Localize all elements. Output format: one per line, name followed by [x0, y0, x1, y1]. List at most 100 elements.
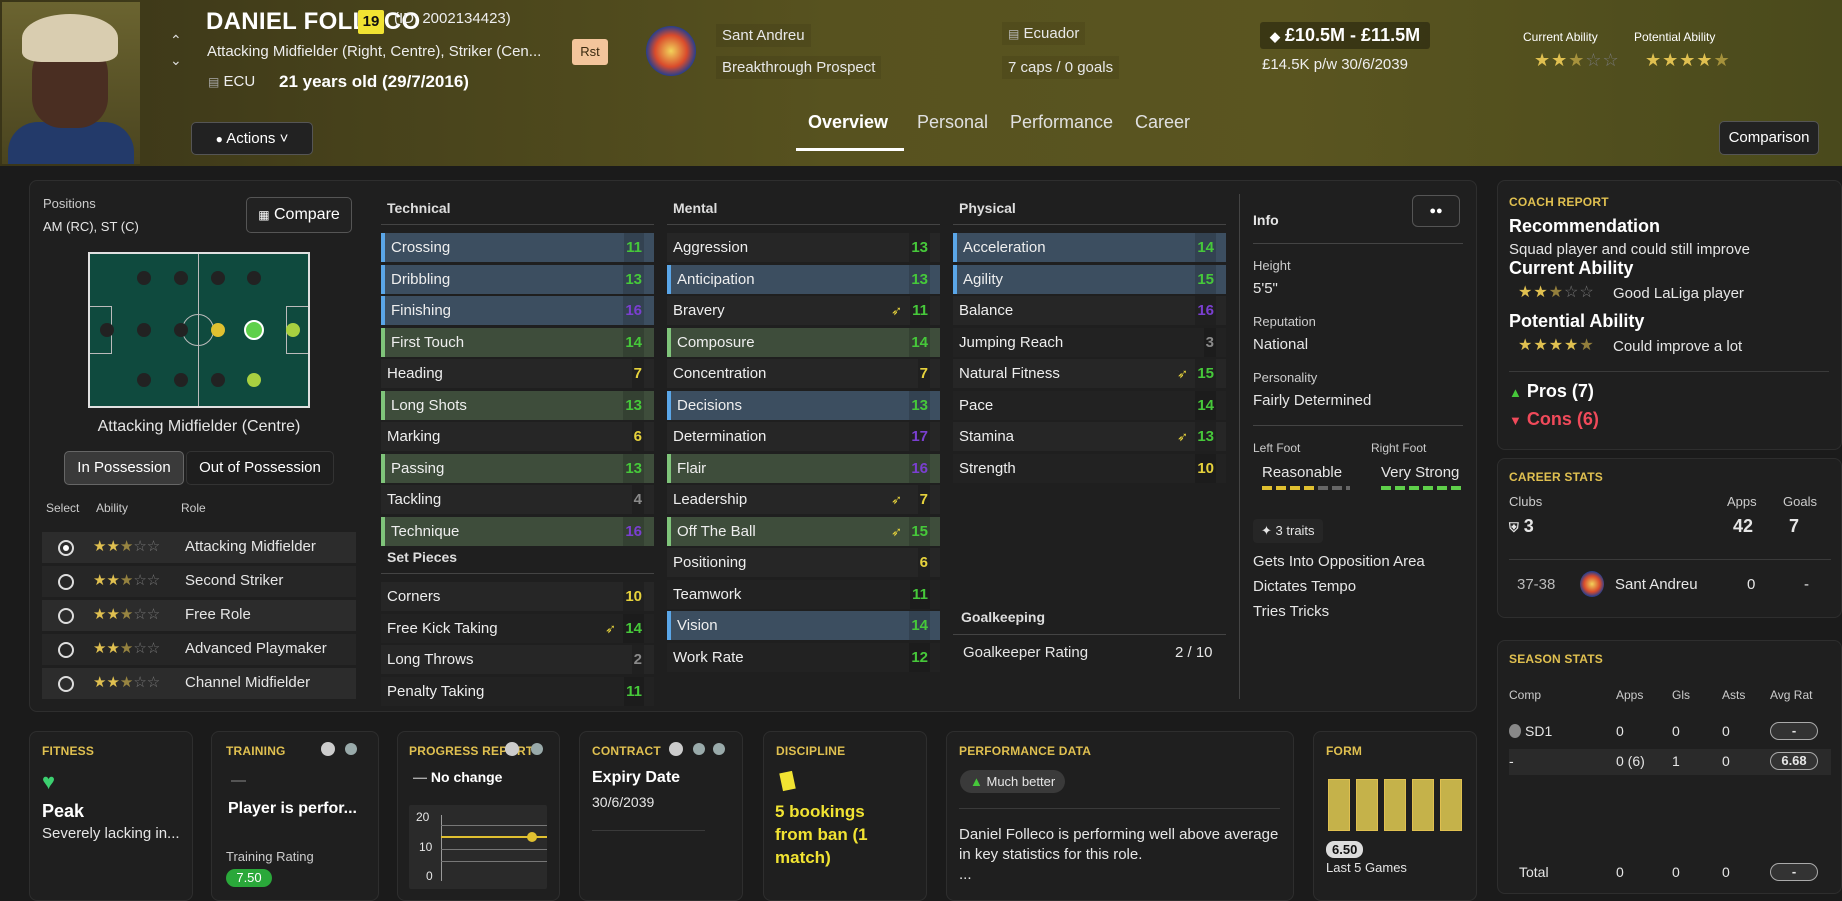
attribute-row[interactable]: Determination 17: [667, 422, 940, 451]
form-bar: [1384, 779, 1406, 831]
attribute-row[interactable]: Long Shots 13: [381, 390, 654, 420]
role-row[interactable]: ★★★☆☆ Channel Midfielder: [42, 668, 356, 699]
attribute-row[interactable]: Leadership ➶ 7: [667, 485, 940, 514]
right-foot-value: Very Strong: [1381, 464, 1460, 481]
progress-text: — No change: [413, 769, 502, 785]
attribute-row[interactable]: Composure 14: [667, 327, 940, 357]
role-row[interactable]: ★★★☆☆ Free Role: [42, 600, 356, 631]
attribute-row[interactable]: Work Rate 12: [667, 642, 940, 672]
comparison-button[interactable]: Comparison: [1719, 121, 1819, 155]
season-total-cell: 0: [1616, 864, 1624, 880]
attribute-row[interactable]: Decisions 13: [667, 390, 940, 420]
season-total-cell: Total: [1519, 864, 1549, 880]
role-radio[interactable]: [58, 574, 74, 590]
training-rating: 7.50: [226, 869, 272, 887]
season-row[interactable]: - 0 (6) 1 0 6.68: [1509, 749, 1831, 775]
player-id: (ID: 2002134423): [394, 10, 511, 27]
in-possession-toggle[interactable]: In Possession: [64, 451, 184, 485]
attribute-row[interactable]: Bravery ➶ 11: [667, 296, 940, 325]
attribute-row[interactable]: Corners 10: [381, 582, 654, 611]
attribute-value: 16: [909, 453, 930, 483]
training-title: TRAINING: [226, 744, 286, 758]
attribute-row[interactable]: Natural Fitness ➶ 15: [953, 359, 1226, 388]
star-empty-icon: ☆☆: [133, 572, 161, 589]
apps-label: Apps: [1727, 494, 1757, 509]
compare-button[interactable]: ▦ Compare: [246, 197, 352, 233]
attribute-row[interactable]: Technique 16: [381, 516, 654, 546]
tab-performance[interactable]: Performance: [1010, 112, 1113, 133]
traits-chip[interactable]: ✦ 3 traits: [1253, 519, 1323, 543]
attribute-row[interactable]: Aggression 13: [667, 233, 940, 262]
chevron-up-icon[interactable]: ⌃: [170, 32, 182, 49]
career-goals: -: [1804, 576, 1809, 593]
attribute-row[interactable]: Acceleration 14: [953, 233, 1226, 262]
attribute-row[interactable]: Heading 7: [381, 359, 654, 388]
attribute-row[interactable]: Strength 10: [953, 453, 1226, 483]
club-crest[interactable]: [646, 26, 696, 76]
goals-label: Goals: [1783, 494, 1817, 509]
attribute-row[interactable]: Off The Ball ➶ 15: [667, 516, 940, 546]
tab-personal[interactable]: Personal: [917, 112, 988, 133]
left-foot-label: Left Foot: [1253, 441, 1301, 455]
attribute-row[interactable]: Flair 16: [667, 453, 940, 483]
attribute-row[interactable]: Penalty Taking 11: [381, 676, 654, 706]
performance-more: ...: [959, 866, 972, 883]
tab-overview[interactable]: Overview: [808, 112, 888, 133]
attribute-row[interactable]: Marking 6: [381, 422, 654, 451]
role-radio[interactable]: [58, 676, 74, 692]
attribute-row[interactable]: Agility 15: [953, 264, 1226, 294]
attribute-row[interactable]: Dribbling 13: [381, 264, 654, 294]
season-row[interactable]: SD1 0 0 0 -: [1509, 719, 1831, 745]
attribute-row[interactable]: Stamina ➶ 13: [953, 422, 1226, 451]
attribute-row[interactable]: Crossing 11: [381, 233, 654, 262]
attribute-row[interactable]: First Touch 14: [381, 327, 654, 357]
staff-dot-icon: [321, 742, 335, 756]
tab-career[interactable]: Career: [1135, 112, 1190, 133]
reputation-value: National: [1253, 336, 1309, 353]
season-total-cell: 0: [1722, 864, 1730, 880]
attribute-value: 10: [623, 582, 644, 611]
attribute-row[interactable]: Anticipation 13: [667, 264, 940, 294]
chevron-down-icon[interactable]: ⌄: [170, 52, 182, 69]
squad-number-badge: 19: [358, 10, 384, 34]
training-focus-icon: ➶: [891, 492, 902, 507]
out-of-possession-toggle[interactable]: Out of Possession: [186, 451, 334, 485]
role-radio[interactable]: [58, 642, 74, 658]
attribute-row[interactable]: Balance 16: [953, 296, 1226, 325]
attribute-name: Crossing: [391, 239, 451, 256]
attribute-row[interactable]: Pace 14: [953, 390, 1226, 420]
attribute-row[interactable]: Concentration 7: [667, 359, 940, 388]
pros-link[interactable]: ▲ Pros (7): [1509, 381, 1594, 402]
career-row[interactable]: 37-38 Sant Andreu 0 -: [1509, 568, 1831, 602]
attribute-row[interactable]: Finishing 16: [381, 296, 654, 325]
position-dot-selected: [244, 320, 264, 340]
club-name[interactable]: Sant Andreu: [716, 24, 811, 47]
attribute-row[interactable]: Positioning 6: [667, 548, 940, 577]
attribute-row[interactable]: Jumping Reach 3: [953, 327, 1226, 357]
attribute-row[interactable]: Passing 13: [381, 453, 654, 483]
nation-name[interactable]: ▤ Ecuador: [1002, 22, 1086, 45]
attribute-row[interactable]: Tackling 4: [381, 485, 654, 514]
attribute-row[interactable]: Vision 14: [667, 611, 940, 640]
attribute-name: Long Throws: [387, 651, 474, 668]
staff-icon-button[interactable]: ●●: [1412, 195, 1460, 227]
active-tab-indicator: [796, 148, 904, 151]
role-radio[interactable]: [58, 608, 74, 624]
attribute-name: Free Kick Taking: [387, 619, 498, 637]
role-row[interactable]: ★★★☆☆ Second Striker: [42, 566, 356, 597]
thumbs-up-icon: ▲: [970, 774, 983, 789]
role-row[interactable]: ★★★☆☆ Attacking Midfielder: [42, 532, 356, 563]
attribute-name: Heading: [387, 365, 443, 382]
actions-button[interactable]: ● Actions ˅: [191, 122, 313, 155]
staff-dot-icon: [693, 743, 705, 755]
cons-link[interactable]: ▼ Cons (6): [1509, 409, 1599, 430]
role-name: Attacking Midfielder: [185, 538, 316, 555]
attribute-row[interactable]: Teamwork 11: [667, 579, 940, 609]
role-row[interactable]: ★★★☆☆ Advanced Playmaker: [42, 634, 356, 665]
attribute-row[interactable]: Long Throws 2: [381, 645, 654, 674]
fitness-status: Peak: [42, 801, 85, 821]
fitness-desc: Severely lacking in...: [42, 825, 180, 842]
role-radio[interactable]: [58, 540, 74, 556]
attribute-name: Passing: [391, 459, 445, 477]
attribute-row[interactable]: Free Kick Taking ➶ 14: [381, 613, 654, 643]
